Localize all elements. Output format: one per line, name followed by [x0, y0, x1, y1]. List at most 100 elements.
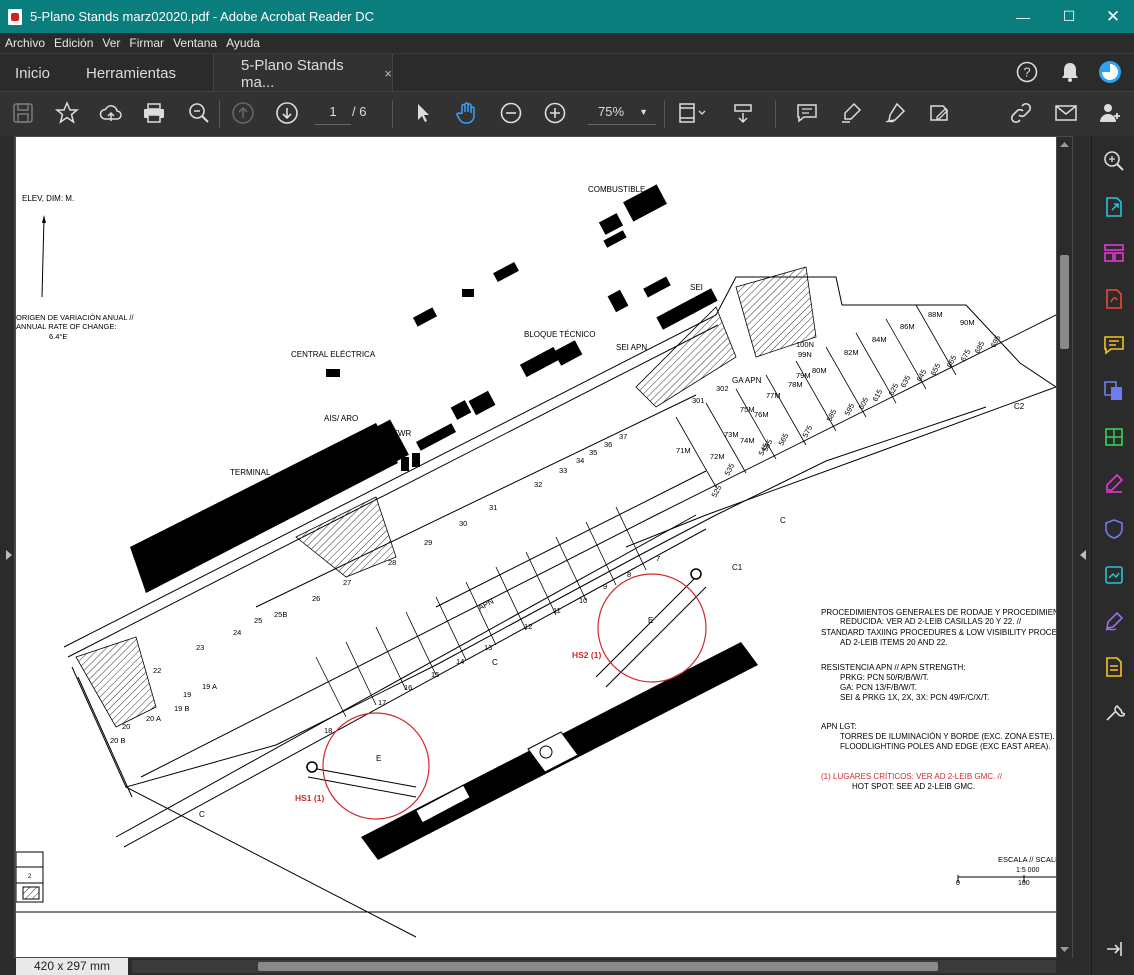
svg-text:685: 685: [973, 340, 987, 355]
variation-label-2: ANNUAL RATE OF CHANGE:: [16, 322, 116, 331]
hotspot-2-label: HS2 (1): [572, 650, 601, 660]
page-count: / 6: [352, 104, 367, 119]
svg-text:75M: 75M: [740, 405, 755, 414]
chevron-down-icon: ▼: [639, 107, 648, 117]
minimize-button[interactable]: —: [1000, 0, 1046, 33]
zoom-out-icon[interactable]: [496, 98, 526, 128]
menu-archivo[interactable]: Archivo: [5, 36, 45, 50]
runway: [361, 642, 758, 860]
label-sei-apn: SEI APN: [616, 343, 647, 352]
pdf-app-icon: [8, 8, 22, 25]
export-pdf-icon[interactable]: [1101, 194, 1127, 220]
next-page-icon[interactable]: [272, 98, 302, 128]
star-icon[interactable]: [52, 98, 82, 128]
label-ais: AIS/ ARO: [324, 414, 358, 423]
create-pdf-icon[interactable]: [1101, 286, 1127, 312]
compress-pdf-icon[interactable]: [1101, 424, 1127, 450]
scroll-mode-icon[interactable]: [728, 98, 758, 128]
horizontal-scroll-thumb[interactable]: [258, 962, 938, 971]
select-cursor-icon[interactable]: [408, 98, 438, 128]
close-window-button[interactable]: ✕: [1090, 0, 1134, 33]
page-fit-icon[interactable]: [672, 98, 712, 128]
share-link-icon[interactable]: [1006, 98, 1036, 128]
label-apn: APN: [477, 597, 496, 613]
svg-text:565: 565: [777, 432, 791, 447]
send-review-icon[interactable]: [1101, 654, 1127, 680]
svg-text:665: 665: [945, 354, 959, 369]
fill-sign-tool-icon[interactable]: [1101, 470, 1127, 496]
note-hot-2: HOT SPOT: SEE AD 2-LEIB GMC.: [852, 782, 975, 791]
label-central: CENTRAL ELÉCTRICA: [291, 350, 376, 359]
note-res-4: SEI & PRKG 1X, 2X, 3X: PCN 49/F/C/X/T.: [840, 693, 989, 702]
print-icon[interactable]: [139, 98, 169, 128]
label-ga-apn: GA APN: [732, 376, 762, 385]
combine-files-icon[interactable]: [1101, 378, 1127, 404]
north-arrow: [41, 216, 45, 298]
help-icon[interactable]: ?: [1016, 61, 1038, 83]
comment-tool-icon[interactable]: [1101, 332, 1127, 358]
label-twy-e-2: E: [648, 616, 653, 625]
menu-edicion[interactable]: Edición: [54, 36, 93, 50]
enhance-scan-icon[interactable]: [1101, 562, 1127, 588]
maximize-button[interactable]: ☐: [1046, 0, 1092, 33]
zoom-in-icon[interactable]: [540, 98, 570, 128]
zoom-search-icon[interactable]: [184, 98, 214, 128]
menu-ventana[interactable]: Ventana: [173, 36, 217, 50]
tab-close-icon[interactable]: ×: [384, 66, 392, 81]
title-bar: 5-Plano Stands marz02020.pdf - Adobe Acr…: [0, 0, 1134, 33]
note-res-1: RESISTENCIA APN // APN STRENGTH:: [821, 663, 965, 672]
bell-icon[interactable]: [1059, 61, 1081, 83]
vertical-scroll-thumb[interactable]: [1060, 255, 1069, 349]
cloud-upload-icon[interactable]: [96, 98, 126, 128]
page-number-input[interactable]: 1: [315, 100, 351, 125]
note-proc-4: AD 2-LEIB ITEMS 20 AND 22.: [840, 638, 948, 647]
tab-tools[interactable]: Herramientas: [86, 54, 176, 92]
zoom-level-select[interactable]: 75% ▼: [588, 100, 656, 125]
svg-text:31: 31: [489, 503, 497, 512]
label-sei: SEI: [690, 283, 703, 292]
account-icon[interactable]: [1098, 60, 1122, 84]
comment-icon[interactable]: [792, 98, 822, 128]
tab-document[interactable]: 5-Plano Stands ma... ×: [213, 54, 393, 93]
menu-ver[interactable]: Ver: [102, 36, 120, 50]
email-icon[interactable]: [1051, 98, 1081, 128]
svg-text:22: 22: [153, 666, 161, 675]
svg-text:13: 13: [484, 643, 492, 652]
svg-text:635: 635: [899, 374, 913, 389]
hand-tool-icon[interactable]: [452, 98, 482, 128]
menu-firmar[interactable]: Firmar: [129, 36, 164, 50]
organize-pages-icon[interactable]: [1101, 240, 1127, 266]
collapse-panel-icon[interactable]: [1101, 936, 1127, 962]
hold-point-2: [690, 568, 702, 580]
previous-page-icon[interactable]: [228, 98, 258, 128]
svg-text:76M: 76M: [754, 410, 769, 419]
right-panel-collapse[interactable]: [1073, 136, 1091, 975]
fill-sign-icon[interactable]: [924, 98, 954, 128]
svg-text:585: 585: [825, 408, 839, 423]
horizontal-scrollbar[interactable]: [132, 960, 1056, 973]
protect-shield-icon[interactable]: [1101, 516, 1127, 542]
elev-label: ELEV, DIM: M.: [22, 194, 74, 203]
left-panel-toggle[interactable]: [0, 136, 14, 958]
menu-ayuda[interactable]: Ayuda: [226, 36, 260, 50]
svg-text:90M: 90M: [960, 318, 975, 327]
svg-text:25B: 25B: [274, 610, 287, 619]
svg-text:82M: 82M: [844, 348, 859, 357]
label-twr: TWR: [393, 429, 411, 438]
svg-text:12: 12: [524, 622, 532, 631]
add-user-icon[interactable]: [1095, 98, 1125, 128]
request-signature-icon[interactable]: [1101, 608, 1127, 634]
svg-text:77M: 77M: [766, 391, 781, 400]
highlight-icon[interactable]: [836, 98, 866, 128]
more-tools-icon[interactable]: [1101, 700, 1127, 726]
find-zoom-icon[interactable]: [1101, 148, 1127, 174]
svg-text:19 B: 19 B: [174, 704, 189, 713]
vertical-scrollbar[interactable]: [1057, 137, 1072, 958]
label-terminal: TERMINAL: [230, 468, 271, 477]
label-combustible: COMBUSTIBLE: [588, 185, 645, 194]
tools-panel: [1091, 136, 1134, 975]
tab-home[interactable]: Inicio: [15, 54, 50, 92]
svg-text:24: 24: [233, 628, 241, 637]
draw-pen-icon[interactable]: [880, 98, 910, 128]
save-icon[interactable]: [8, 98, 38, 128]
